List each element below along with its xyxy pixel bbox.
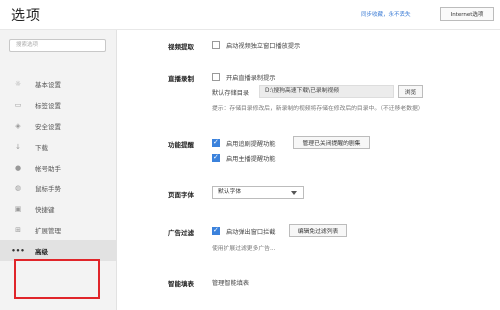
highlight-box [14,259,100,299]
live-record-checkbox[interactable] [212,73,220,81]
sidebar: 搜索选项 ☼ 基本设置 ▭ 标签设置 ◈ 安全设置 ↓ 下载 ● 帐号助手 ◍ … [0,30,117,310]
more-icon: ••• [11,246,25,255]
mouse-icon: ◍ [14,184,22,193]
section-label: 功能提醒 [168,141,194,149]
sidebar-item-label: 高级 [35,247,48,256]
account-icon: ● [14,163,22,172]
browse-button[interactable]: 浏览 [398,85,423,98]
sidebar-item-mouse-gestures[interactable]: ◍ 鼠标手势 [0,178,117,199]
popup-block-checkbox[interactable] [212,226,220,235]
tab-icon: ▭ [14,101,22,110]
sidebar-item-shortcuts[interactable]: ▣ 快捷键 [0,199,117,220]
sidebar-item-label: 扩展管理 [35,226,61,235]
video-window-option: 启动视频独立窗口播放提示 [226,43,301,50]
shield-icon: ◈ [15,121,21,130]
sidebar-item-account-helper[interactable]: ● 帐号助手 [0,157,117,178]
video-window-checkbox[interactable] [212,41,220,49]
sidebar-item-label: 快捷键 [35,206,55,215]
sidebar-nav: ☼ 基本设置 ▭ 标签设置 ◈ 安全设置 ↓ 下载 ● 帐号助手 ◍ 鼠标手势 … [0,74,117,262]
search-input[interactable]: 搜索选项 [9,39,106,52]
font-select[interactable]: 默认字体 [212,186,304,199]
host-reminder-checkbox[interactable] [212,153,220,162]
sidebar-item-label: 下载 [35,143,48,152]
sidebar-item-tab-settings[interactable]: ▭ 标签设置 [0,95,117,116]
chevron-down-icon [291,191,297,195]
section-label: 直播录制 [168,75,194,83]
sidebar-item-label: 帐号助手 [35,164,61,173]
more-ad-filter-link[interactable]: 使用扩展过滤更多广告... [212,243,276,252]
sidebar-item-security-settings[interactable]: ◈ 安全设置 [0,116,117,137]
popup-block-option: 启动弹出窗口拦截 [226,229,276,236]
extension-icon: ⊞ [15,225,21,234]
storage-note: 提示：存储目录修改后，新录制的视频将存储在修改后的目录中。（不迁移老数据） [212,106,424,112]
sidebar-item-label: 鼠标手势 [35,185,61,194]
sidebar-item-extensions[interactable]: ⊞ 扩展管理 [0,220,117,241]
host-reminder-option: 启用主播提醒功能 [226,156,276,163]
top-bar: 选项 同步收藏，永不丢失 Internet选项 [0,0,500,30]
sidebar-item-label: 安全设置 [35,122,61,131]
edit-whitelist-button[interactable]: 编辑免过滤列表 [289,224,347,237]
section-label: 视频提取 [168,43,194,51]
section-label: 智能填表 [168,280,194,288]
download-icon: ↓ [15,142,21,151]
sidebar-item-label: 基本设置 [35,81,61,90]
settings-content: 视频提取 启动视频独立窗口播放提示 直播录制 开启直播录制提示 默认存储目录 D… [118,30,500,310]
live-record-option: 开启直播录制提示 [226,75,276,82]
sidebar-item-download[interactable]: ↓ 下载 [0,136,117,157]
manage-smart-fill-link[interactable]: 管理智能填表 [212,278,249,287]
page-title: 选项 [11,8,41,24]
shortcut-icon: ▣ [14,205,22,214]
manage-closed-dramas-button[interactable]: 管理已关闭提醒的剧集 [293,136,370,149]
section-label: 页面字体 [168,191,194,199]
sidebar-item-basic-settings[interactable]: ☼ 基本设置 [0,74,117,95]
internet-options-button[interactable]: Internet选项 [440,7,494,21]
sidebar-item-label: 标签设置 [35,102,61,111]
storage-dir-label: 默认存储目录 [212,90,250,97]
storage-dir-field[interactable]: D:\搜狗高速下载\已录制视频 [259,85,394,98]
gear-icon: ☼ [14,80,22,89]
font-select-value: 默认字体 [218,189,242,195]
drama-reminder-checkbox[interactable] [212,138,220,147]
drama-reminder-option: 启用追剧提醒功能 [226,141,276,148]
section-label: 广告过滤 [168,229,194,237]
sync-favorites-link[interactable]: 同步收藏，永不丢失 [361,10,411,18]
